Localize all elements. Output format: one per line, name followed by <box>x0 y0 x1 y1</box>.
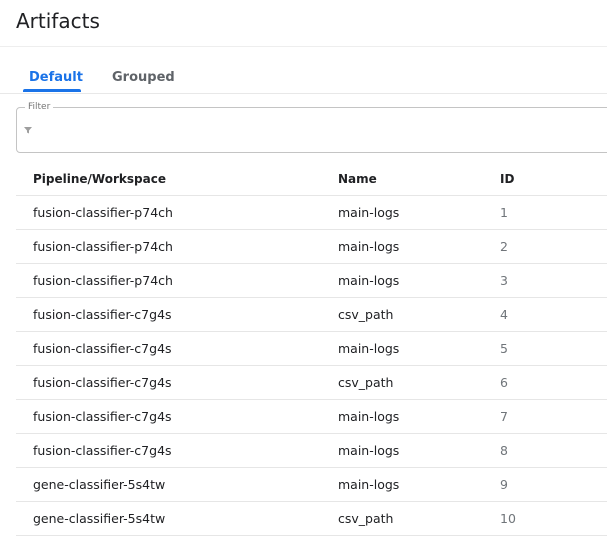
cell-pipeline: gene-classifier-5s4tw <box>33 511 166 526</box>
column-header-id[interactable]: ID <box>500 162 514 196</box>
table-row[interactable]: gene-classifier-5s4tw main-logs 9 <box>16 468 607 502</box>
table-row[interactable]: fusion-classifier-p74ch main-logs 1 <box>16 196 607 230</box>
cell-id: 3 <box>500 273 508 288</box>
cell-id: 9 <box>500 477 508 492</box>
cell-id: 6 <box>500 375 508 390</box>
cell-name: main-logs <box>338 409 400 424</box>
tab-bar: Default Grouped <box>0 60 607 94</box>
page-header: Artifacts <box>0 0 607 47</box>
cell-name: main-logs <box>338 273 400 288</box>
column-header-pipeline[interactable]: Pipeline/Workspace <box>33 162 166 196</box>
table-row[interactable]: fusion-classifier-c7g4s csv_path 6 <box>16 366 607 400</box>
tab-default[interactable]: Default <box>29 70 83 85</box>
tab-grouped[interactable]: Grouped <box>112 70 175 85</box>
table-header-row: Pipeline/Workspace Name ID <box>16 162 607 196</box>
cell-pipeline: fusion-classifier-c7g4s <box>33 307 172 322</box>
cell-pipeline: fusion-classifier-c7g4s <box>33 341 172 356</box>
cell-id: 4 <box>500 307 508 322</box>
cell-id: 1 <box>500 205 508 220</box>
table-row[interactable]: fusion-classifier-p74ch main-logs 3 <box>16 264 607 298</box>
cell-name: main-logs <box>338 443 400 458</box>
cell-pipeline: fusion-classifier-p74ch <box>33 239 173 254</box>
cell-id: 10 <box>500 511 516 526</box>
cell-name: main-logs <box>338 341 400 356</box>
page-title: Artifacts <box>16 9 100 33</box>
cell-name: csv_path <box>338 375 394 390</box>
table-row[interactable]: fusion-classifier-c7g4s main-logs 8 <box>16 434 607 468</box>
table-row[interactable]: fusion-classifier-c7g4s csv_path 4 <box>16 298 607 332</box>
cell-pipeline: fusion-classifier-c7g4s <box>33 443 172 458</box>
artifacts-table: Pipeline/Workspace Name ID fusion-classi… <box>16 162 607 536</box>
cell-id: 7 <box>500 409 508 424</box>
table-body: fusion-classifier-p74ch main-logs 1 fusion-… <box>16 196 607 536</box>
table-row[interactable]: fusion-classifier-c7g4s main-logs 7 <box>16 400 607 434</box>
cell-pipeline: fusion-classifier-c7g4s <box>33 375 172 390</box>
cell-name: main-logs <box>338 239 400 254</box>
cell-name: main-logs <box>338 477 400 492</box>
filter-input[interactable]: Filter <box>16 101 607 153</box>
cell-pipeline: fusion-classifier-p74ch <box>33 205 173 220</box>
column-header-name[interactable]: Name <box>338 162 377 196</box>
table-row[interactable]: fusion-classifier-p74ch main-logs 2 <box>16 230 607 264</box>
cell-id: 2 <box>500 239 508 254</box>
cell-id: 5 <box>500 341 508 356</box>
cell-name: main-logs <box>338 205 400 220</box>
cell-name: csv_path <box>338 307 394 322</box>
table-row[interactable]: fusion-classifier-c7g4s main-logs 5 <box>16 332 607 366</box>
filter-icon <box>24 127 32 134</box>
cell-id: 8 <box>500 443 508 458</box>
active-tab-indicator <box>23 89 81 92</box>
table-row[interactable]: gene-classifier-5s4tw csv_path 10 <box>16 502 607 536</box>
cell-pipeline: fusion-classifier-p74ch <box>33 273 173 288</box>
cell-pipeline: fusion-classifier-c7g4s <box>33 409 172 424</box>
cell-name: csv_path <box>338 511 394 526</box>
artifacts-page: Artifacts Default Grouped Filter Pipelin… <box>0 0 607 550</box>
cell-pipeline: gene-classifier-5s4tw <box>33 477 166 492</box>
filter-label: Filter <box>25 101 54 113</box>
